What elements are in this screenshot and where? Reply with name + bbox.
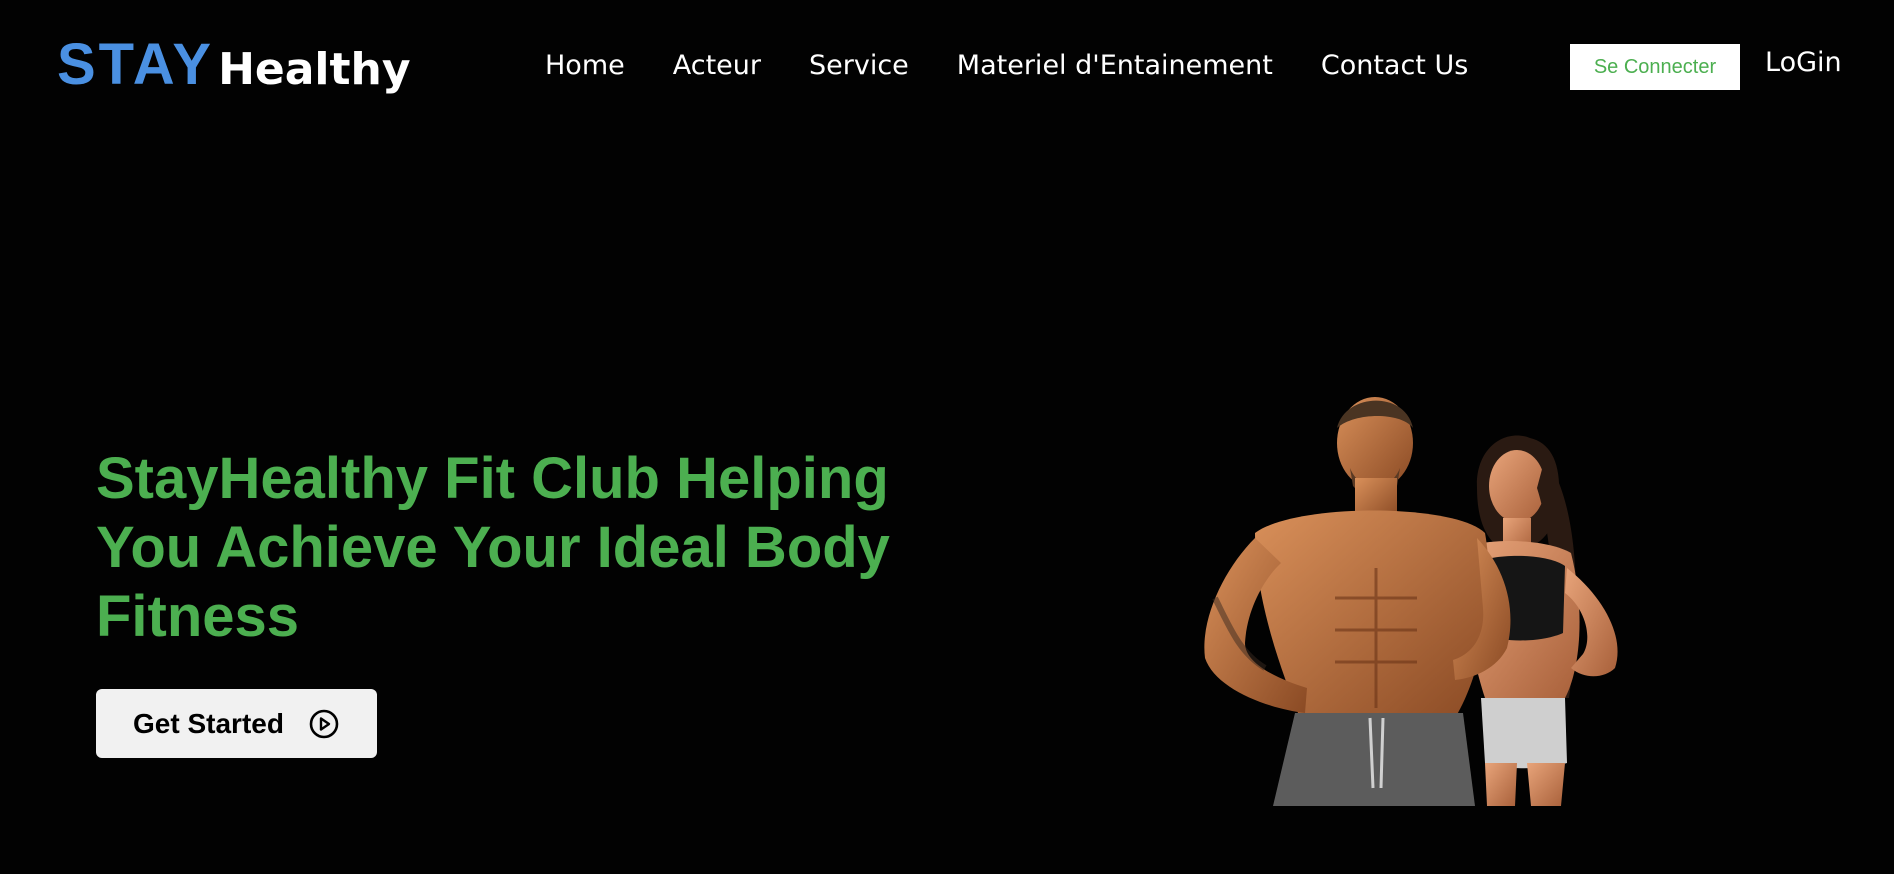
se-connecter-button[interactable]: Se Connecter	[1570, 44, 1740, 90]
play-circle-icon	[308, 708, 340, 740]
nav-item-service[interactable]: Service	[809, 50, 909, 81]
nav-item-acteur[interactable]: Acteur	[673, 50, 761, 81]
nav-item-contact[interactable]: Contact Us	[1321, 50, 1468, 81]
nav-item-home[interactable]: Home	[545, 50, 625, 81]
main-nav: Home Acteur Service Materiel d'Entaineme…	[545, 50, 1468, 81]
nav-item-materiel[interactable]: Materiel d'Entainement	[957, 50, 1273, 81]
logo-healthy-text: Healthy	[218, 44, 411, 95]
site-logo[interactable]: STAYHealthy	[57, 36, 411, 94]
logo-stay-text: STAY	[57, 32, 215, 97]
get-started-label: Get Started	[133, 707, 284, 739]
get-started-button[interactable]: Get Started	[96, 689, 377, 758]
fitness-couple-image	[1185, 368, 1685, 806]
landing-page: STAYHealthy Home Acteur Service Materiel…	[0, 0, 1894, 874]
login-link[interactable]: LoGin	[1765, 47, 1842, 78]
hero-title: StayHealthy Fit Club Helping You Achieve…	[96, 446, 890, 649]
